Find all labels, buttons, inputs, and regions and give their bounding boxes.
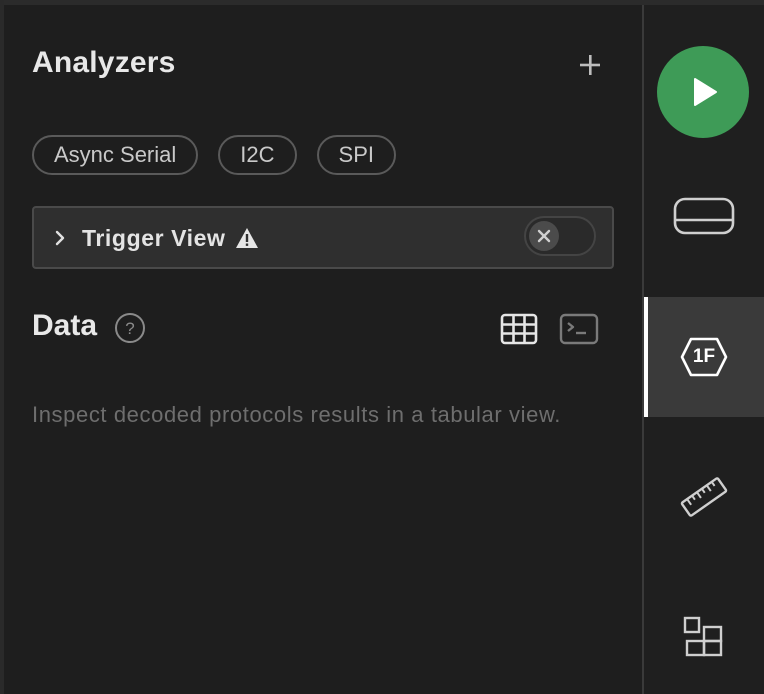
- data-empty-message: Inspect decoded protocols results in a t…: [32, 402, 561, 427]
- question-circle-icon[interactable]: ?: [114, 312, 146, 344]
- rail-item-measurements[interactable]: [644, 437, 764, 557]
- toggle-knob: [529, 221, 559, 251]
- analyzers-badge: 1F: [692, 346, 716, 367]
- rail-item-extensions[interactable]: [644, 577, 764, 694]
- ruler-icon: [680, 477, 728, 517]
- chevron-right-icon[interactable]: [50, 228, 70, 248]
- data-title: Data: [32, 309, 98, 342]
- add-analyzer-button[interactable]: [572, 47, 608, 83]
- trigger-view-label: Trigger View: [82, 225, 226, 251]
- extensions-icon: [683, 616, 723, 657]
- trigger-view-row[interactable]: Trigger View: [32, 206, 614, 269]
- analyzers-panel: Analyzers Async Serial I2C SPI Trigger V…: [4, 5, 642, 694]
- rail-item-device[interactable]: [644, 157, 764, 277]
- svg-text:?: ?: [125, 319, 134, 338]
- chip-i2c[interactable]: I2C: [218, 135, 297, 175]
- plus-icon: [580, 55, 600, 75]
- rail-item-analyzers[interactable]: 1F: [644, 297, 764, 417]
- analyzer-chips: Async Serial I2C SPI: [32, 135, 396, 175]
- close-icon: [537, 229, 551, 243]
- chip-async-serial[interactable]: Async Serial: [32, 135, 199, 175]
- grid-table-icon[interactable]: [498, 310, 540, 348]
- chip-spi[interactable]: SPI: [316, 135, 396, 175]
- play-icon: [694, 78, 717, 106]
- device-icon: [673, 197, 735, 235]
- analyzers-title: Analyzers: [32, 46, 176, 79]
- warning-icon: [236, 228, 258, 248]
- trigger-view-toggle[interactable]: [524, 216, 596, 256]
- start-capture-button[interactable]: [657, 46, 749, 138]
- right-rail: 1F: [644, 5, 764, 694]
- terminal-icon[interactable]: [558, 311, 600, 347]
